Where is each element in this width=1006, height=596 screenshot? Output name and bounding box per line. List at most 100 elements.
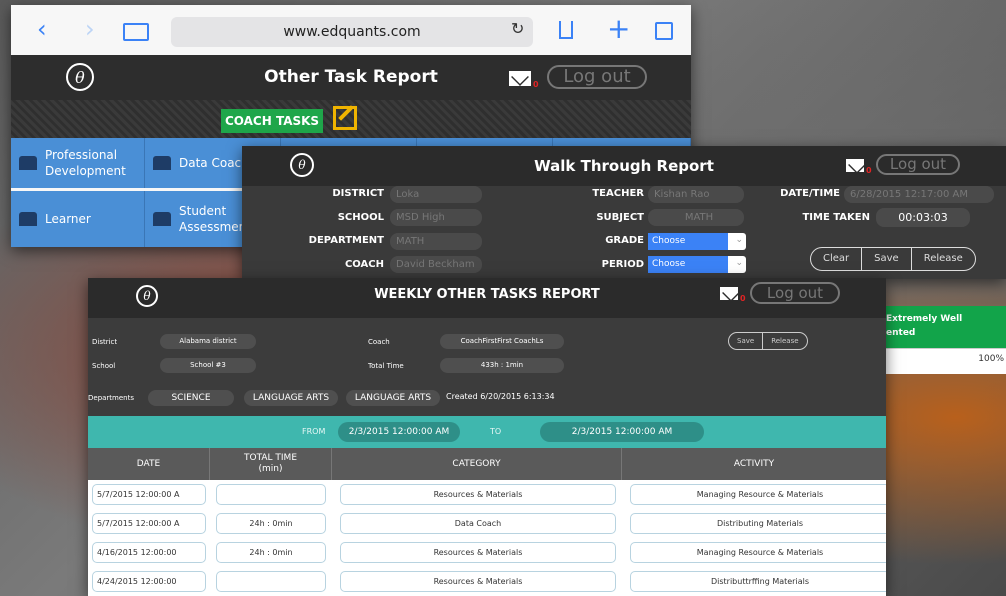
to-date-field[interactable]: 2/3/2015 12:00:00 AM bbox=[540, 422, 704, 442]
release-button[interactable]: Release bbox=[763, 333, 806, 349]
logout-button[interactable]: Log out bbox=[750, 282, 840, 304]
rating-percent: 100% bbox=[978, 354, 1004, 364]
grade-select[interactable]: Choose ⌄ bbox=[648, 233, 746, 250]
teacher-field[interactable]: Kishan Rao bbox=[648, 186, 744, 203]
department-field[interactable]: MATH bbox=[390, 233, 482, 250]
tile-professional-development[interactable]: Professional Development bbox=[11, 138, 145, 188]
weekly-other-tasks-report-screenshot: θ WEEKLY OTHER TASKS REPORT 0 Log out Di… bbox=[88, 278, 886, 596]
mail-badge: 0 bbox=[866, 166, 872, 175]
table-row: 4/24/2015 12:00:00 Resources & Materials… bbox=[88, 567, 886, 596]
department-chip: LANGUAGE ARTS bbox=[346, 390, 440, 406]
rating-progress: 100% bbox=[884, 348, 1006, 374]
chevron-down-icon: ⌄ bbox=[735, 235, 743, 245]
row-activity-field[interactable]: Managing Resource & Materials bbox=[630, 542, 886, 563]
chevron-down-icon: ⌄ bbox=[735, 258, 743, 268]
datetime-field[interactable]: 6/28/2015 12:17:00 AM bbox=[844, 186, 994, 203]
district-label: DISTRICT bbox=[332, 188, 384, 199]
column-activity[interactable]: ACTIVITY bbox=[622, 448, 886, 480]
new-tab-icon[interactable]: + bbox=[607, 15, 630, 43]
column-category[interactable]: CATEGORY bbox=[332, 448, 622, 480]
column-total-time-label: TOTAL TIME bbox=[243, 453, 297, 463]
row-category-field[interactable]: Resources & Materials bbox=[340, 484, 616, 505]
row-activity-field[interactable]: Distributtrffing Materials bbox=[630, 571, 886, 592]
department-chip: SCIENCE bbox=[148, 390, 234, 406]
app-header: θ Other Task Report 0 Log out bbox=[11, 55, 691, 100]
release-button[interactable]: Release bbox=[912, 248, 975, 270]
rating-status-line2: ented bbox=[886, 328, 916, 338]
tabs-icon[interactable] bbox=[655, 22, 673, 40]
subject-field[interactable]: MATH bbox=[648, 209, 744, 226]
to-label: TO bbox=[490, 427, 502, 436]
column-date[interactable]: DATE bbox=[88, 448, 210, 480]
mail-icon[interactable] bbox=[509, 71, 531, 86]
app-header: θ WEEKLY OTHER TASKS REPORT 0 Log out bbox=[88, 278, 886, 318]
row-activity-field[interactable]: Managing Resource & Materials bbox=[630, 484, 886, 505]
action-segmented-control: Save Release bbox=[728, 332, 808, 350]
logout-button[interactable]: Log out bbox=[547, 65, 647, 89]
row-total-time-field[interactable] bbox=[216, 571, 326, 592]
row-activity-field[interactable]: Distributing Materials bbox=[630, 513, 886, 534]
column-total-time[interactable]: TOTAL TIME (min) bbox=[210, 448, 332, 480]
row-date-field[interactable]: 5/7/2015 12:00:00 A bbox=[92, 484, 206, 505]
rating-status-line1: Extremely Well bbox=[886, 314, 963, 324]
table-row: 4/16/2015 12:00:00 24h : 0min Resources … bbox=[88, 538, 886, 567]
group-icon bbox=[19, 156, 37, 170]
coach-field[interactable]: David Beckham bbox=[390, 256, 482, 273]
period-select[interactable]: Choose ⌄ bbox=[648, 256, 746, 273]
school-field[interactable]: MSD High bbox=[390, 209, 482, 226]
mail-icon[interactable] bbox=[720, 287, 738, 300]
period-label: PERIOD bbox=[601, 259, 644, 270]
row-date-field[interactable]: 4/16/2015 12:00:00 bbox=[92, 542, 206, 563]
app-header: θ Walk Through Report 0 Log out bbox=[242, 146, 1006, 186]
table-header: DATE TOTAL TIME (min) CATEGORY ACTIVITY bbox=[88, 448, 886, 480]
address-bar[interactable]: www.edquants.com bbox=[171, 17, 533, 47]
datetime-label: DATE/TIME bbox=[780, 188, 840, 199]
coach-tasks-button[interactable]: COACH TASKS bbox=[221, 109, 323, 133]
person-icon bbox=[19, 212, 37, 226]
share-icon[interactable] bbox=[559, 21, 573, 39]
department-label: DEPARTMENT bbox=[308, 235, 384, 246]
walk-through-report-screenshot: θ Walk Through Report 0 Log out DISTRICT… bbox=[242, 146, 1006, 279]
row-category-field[interactable]: Resources & Materials bbox=[340, 542, 616, 563]
mail-badge: 0 bbox=[740, 294, 746, 303]
coach-field[interactable]: CoachFirstFirst CoachLs bbox=[440, 334, 564, 349]
mail-badge: 0 bbox=[533, 80, 539, 89]
save-button[interactable]: Save bbox=[862, 248, 912, 270]
total-time-label: Total Time bbox=[368, 362, 404, 370]
time-taken-label: TIME TAKEN bbox=[802, 212, 870, 223]
from-date-field[interactable]: 2/3/2015 12:00:00 AM bbox=[338, 422, 460, 442]
school-field[interactable]: School #3 bbox=[160, 358, 256, 373]
district-label: District bbox=[92, 338, 118, 346]
row-category-field[interactable]: Resources & Materials bbox=[340, 571, 616, 592]
tile-learner[interactable]: Learner bbox=[11, 191, 145, 247]
subject-label: SUBJECT bbox=[596, 212, 644, 223]
date-range-bar: FROM 2/3/2015 12:00:00 AM TO 2/3/2015 12… bbox=[88, 416, 886, 448]
district-field[interactable]: Alabama district bbox=[160, 334, 256, 349]
back-icon[interactable]: ‹ bbox=[37, 15, 47, 43]
clear-button[interactable]: Clear bbox=[811, 248, 863, 270]
row-total-time-field[interactable]: 24h : 0min bbox=[216, 513, 326, 534]
browser-toolbar: ‹ › www.edquants.com ↻ + bbox=[11, 5, 691, 55]
forward-icon[interactable]: › bbox=[85, 15, 95, 43]
table-row: 5/7/2015 12:00:00 A Resources & Material… bbox=[88, 480, 886, 509]
teacher-label: TEACHER bbox=[592, 188, 644, 199]
school-label: School bbox=[92, 362, 116, 370]
row-category-field[interactable]: Data Coach bbox=[340, 513, 616, 534]
departments-label: Departments bbox=[88, 394, 135, 402]
edit-icon[interactable] bbox=[333, 106, 357, 130]
student-icon bbox=[153, 212, 171, 226]
row-date-field[interactable]: 4/24/2015 12:00:00 bbox=[92, 571, 206, 592]
save-button[interactable]: Save bbox=[729, 333, 764, 349]
department-chip: LANGUAGE ARTS bbox=[244, 390, 338, 406]
total-time-field: 433h : 1min bbox=[440, 358, 564, 373]
row-total-time-field[interactable]: 24h : 0min bbox=[216, 542, 326, 563]
mail-icon[interactable] bbox=[846, 159, 864, 172]
row-date-field[interactable]: 5/7/2015 12:00:00 A bbox=[92, 513, 206, 534]
created-timestamp: Created 6/20/2015 6:13:34 bbox=[446, 392, 555, 401]
row-total-time-field[interactable] bbox=[216, 484, 326, 505]
district-field[interactable]: Loka bbox=[390, 186, 482, 203]
logout-button[interactable]: Log out bbox=[876, 154, 960, 175]
bookmarks-icon[interactable] bbox=[123, 23, 149, 41]
reload-icon[interactable]: ↻ bbox=[511, 19, 524, 38]
coach-label: Coach bbox=[368, 338, 390, 346]
